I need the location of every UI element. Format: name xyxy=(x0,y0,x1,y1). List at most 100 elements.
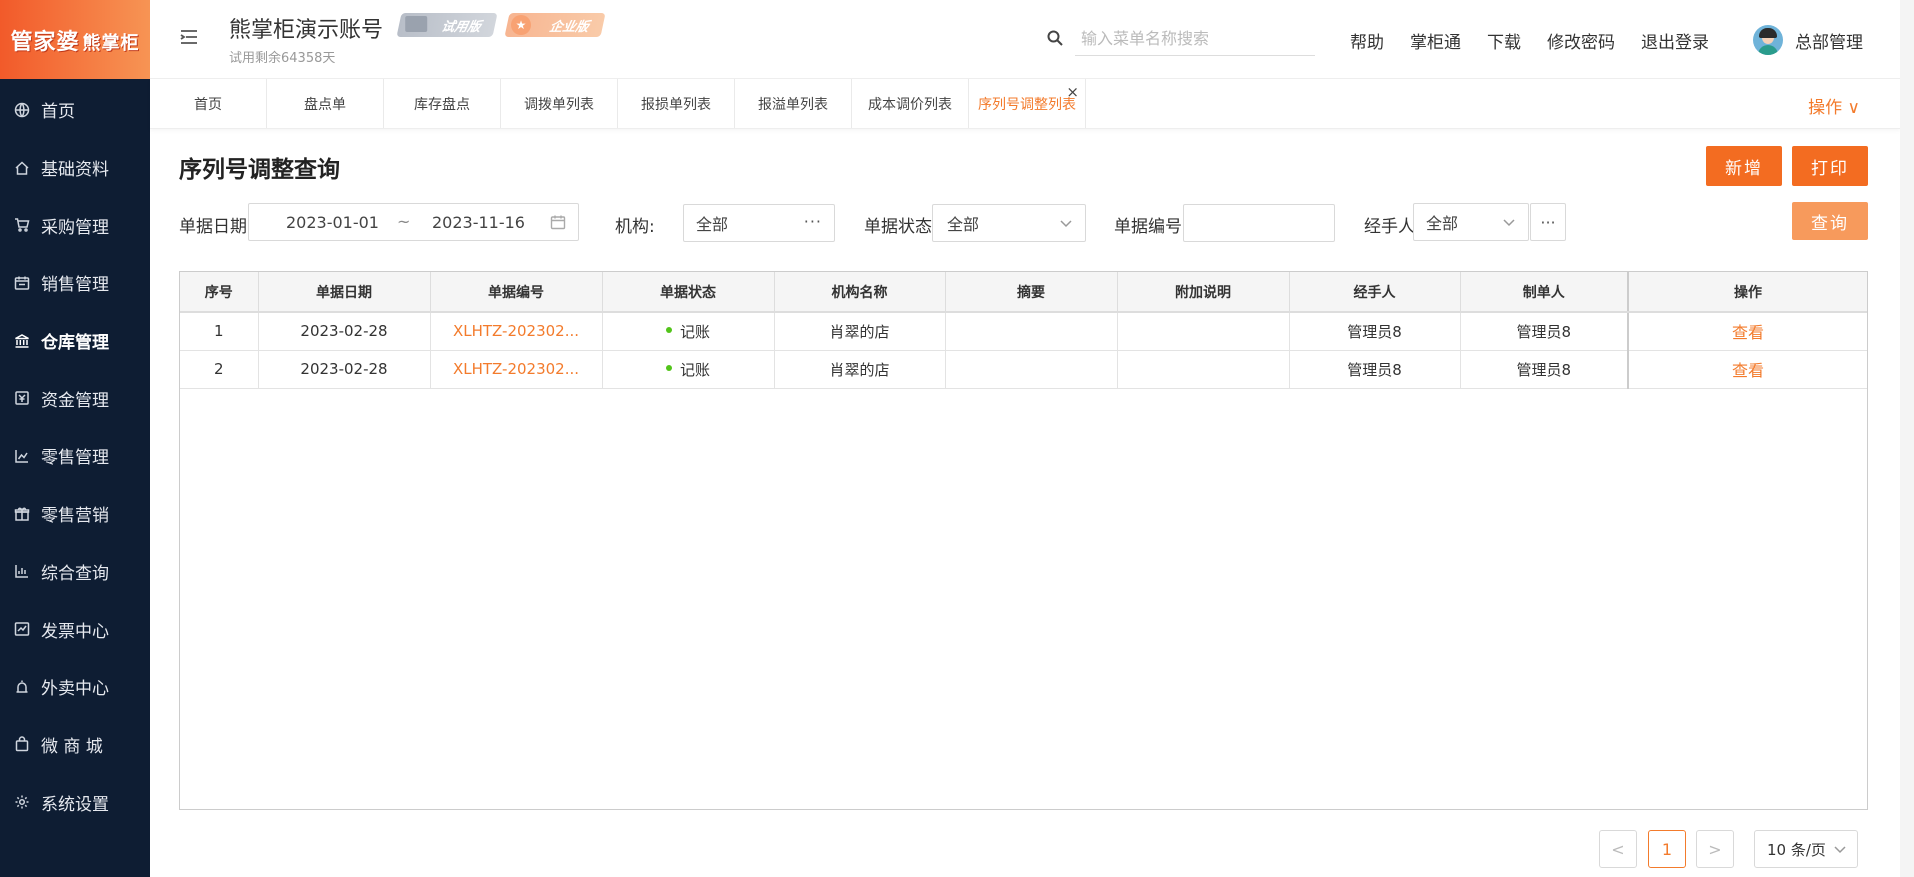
sidebar-item-label: 微 商 城 xyxy=(41,736,103,757)
calendar-icon xyxy=(550,214,566,230)
org-filter-label: 机构: xyxy=(615,217,655,237)
globe-icon xyxy=(13,101,31,119)
cell-date: 2023-02-28 xyxy=(258,312,431,351)
sidebar-item-label: 零售管理 xyxy=(41,448,109,469)
sidebar-nav: 首页基础资料采购管理 销售管理 仓库管理 资金管理零售管理零售营销综合查询 发票中心 外卖… xyxy=(0,79,150,831)
header-link[interactable]: 掌柜通 xyxy=(1410,28,1461,53)
cell-note xyxy=(1117,350,1290,389)
sidebar-item[interactable]: 外卖中心 xyxy=(0,658,150,716)
bag-icon xyxy=(13,735,31,753)
tab[interactable]: 成本调价列表 xyxy=(852,79,969,128)
cell-no: 1 xyxy=(180,312,259,351)
header-links: 帮助 掌柜通 下载 修改密码 退出登录 xyxy=(1350,28,1735,53)
number-input[interactable] xyxy=(1183,204,1335,242)
sidebar-item[interactable]: 仓库管理 xyxy=(0,312,150,370)
sidebar-item[interactable]: 销售管理 xyxy=(0,254,150,312)
table-row: 1 2023-02-28 XLHTZ-202302... 记账 肖翠的店 管理员8 管理员8… xyxy=(180,312,1867,351)
column-header: 机构名称 xyxy=(774,272,946,313)
header-link[interactable]: 退出登录 xyxy=(1641,28,1709,53)
sidebar-item-label: 基础资料 xyxy=(41,160,109,181)
cell-note xyxy=(1117,312,1290,351)
cell-org: 肖翠的店 xyxy=(774,350,946,389)
add-button[interactable]: 新增 xyxy=(1706,146,1782,186)
date-filter-label: 单据日期 xyxy=(179,217,247,237)
page-1-button[interactable]: 1 xyxy=(1648,830,1686,868)
menu-search-input[interactable] xyxy=(1075,22,1315,56)
cell-number-text[interactable]: XLHTZ-202302... xyxy=(453,322,579,340)
sidebar-item-label: 零售营销 xyxy=(41,506,109,527)
tab[interactable]: 序列号调整列表 × xyxy=(969,79,1086,128)
trial-badge-label: 试用版 xyxy=(439,19,483,35)
sidebar-item[interactable]: 发票中心 xyxy=(0,600,150,658)
tab-label: 盘点单 xyxy=(304,96,346,113)
more-icon[interactable]: ··· xyxy=(804,212,822,231)
cell-handler-text: 管理员8 xyxy=(1347,360,1402,379)
table-body: 1 2023-02-28 XLHTZ-202302... 记账 肖翠的店 管理员8 管理员8… xyxy=(180,312,1867,389)
sidebar-item[interactable]: 微 商 城 xyxy=(0,716,150,774)
tab[interactable]: 首页 xyxy=(150,79,267,128)
sidebar-item[interactable]: 资金管理 xyxy=(0,369,150,427)
tab[interactable]: 调拨单列表 xyxy=(501,79,618,128)
cell-org-text: 肖翠的店 xyxy=(829,322,890,341)
sidebar-item[interactable]: 零售营销 xyxy=(0,485,150,543)
cell-action-text[interactable]: 查看 xyxy=(1732,323,1764,342)
trial-badge: 试用版 xyxy=(396,13,498,37)
sidebar-item[interactable]: 零售管理 xyxy=(0,427,150,485)
search-icon[interactable] xyxy=(1046,29,1064,47)
cell-summary xyxy=(945,350,1118,389)
prev-page-button[interactable]: < xyxy=(1599,830,1637,868)
status-dot-icon xyxy=(665,327,672,334)
cell-action: 查看 xyxy=(1627,350,1867,389)
tab-operations-dropdown[interactable]: 操作 ∨ xyxy=(1808,93,1860,118)
table-row: 2 2023-02-28 XLHTZ-202302... 记账 肖翠的店 管理员8 管理员8… xyxy=(180,350,1867,389)
account-title: 熊掌柜演示账号 xyxy=(229,18,384,43)
tab[interactable]: 报损单列表 xyxy=(618,79,735,128)
tab-label: 报溢单列表 xyxy=(758,96,828,113)
star-icon: ★ xyxy=(511,15,531,35)
sidebar-item[interactable]: 综合查询 xyxy=(0,543,150,601)
handler-more-button[interactable]: ··· xyxy=(1530,203,1566,241)
menu-toggle-icon[interactable] xyxy=(178,26,200,48)
handler-select[interactable]: 全部 xyxy=(1413,203,1529,241)
user-name[interactable]: 总部管理 xyxy=(1795,28,1863,53)
org-select-value: 全部 xyxy=(696,215,729,234)
header-link[interactable]: 下载 xyxy=(1487,28,1521,53)
cell-status: 记账 xyxy=(602,350,775,389)
chevron-down-icon xyxy=(1059,215,1073,229)
sidebar-item[interactable]: 采购管理 xyxy=(0,196,150,254)
org-select[interactable]: 全部 ··· xyxy=(683,204,835,242)
cell-no: 2 xyxy=(180,350,259,389)
page-size-value: 10 条/页 xyxy=(1767,840,1826,859)
close-icon[interactable]: × xyxy=(1066,83,1079,101)
cell-org: 肖翠的店 xyxy=(774,312,946,351)
header-link[interactable]: 帮助 xyxy=(1350,28,1384,53)
tab[interactable]: 盘点单 xyxy=(267,79,384,128)
date-from[interactable]: 2023-01-01 xyxy=(286,213,379,232)
scrollbar[interactable] xyxy=(1900,0,1914,877)
status-select[interactable]: 全部 xyxy=(932,204,1086,242)
cell-number-text[interactable]: XLHTZ-202302... xyxy=(453,360,579,378)
page-size-select[interactable]: 10 条/页 xyxy=(1754,830,1858,868)
tab-label: 成本调价列表 xyxy=(868,96,952,113)
table-header-row: 序号 单据日期 单据编号 单据状态 机构名称 摘要 附加说明 经手人 制单人 操作 xyxy=(180,272,1867,313)
tab[interactable]: 报溢单列表 xyxy=(735,79,852,128)
enterprise-badge: ★ 企业版 xyxy=(504,13,606,37)
print-button[interactable]: 打印 xyxy=(1792,146,1868,186)
sidebar-item[interactable]: 基础资料 xyxy=(0,139,150,197)
header-link[interactable]: 修改密码 xyxy=(1547,28,1615,53)
logo-main: 管家婆 xyxy=(10,29,80,55)
date-to[interactable]: 2023-11-16 xyxy=(432,213,525,232)
cell-summary xyxy=(945,312,1118,351)
query-button[interactable]: 查询 xyxy=(1792,202,1868,240)
tab-label: 报损单列表 xyxy=(641,96,711,113)
cell-action-text[interactable]: 查看 xyxy=(1732,361,1764,380)
sidebar-item[interactable]: 系统设置 xyxy=(0,773,150,831)
column-header: 经手人 xyxy=(1289,272,1461,313)
column-header: 单据日期 xyxy=(258,272,431,313)
next-page-button[interactable]: > xyxy=(1696,830,1734,868)
tab[interactable]: 库存盘点 xyxy=(384,79,501,128)
bank-icon xyxy=(13,332,31,350)
avatar[interactable] xyxy=(1753,25,1783,55)
date-range-picker[interactable]: 2023-01-01 ~ 2023-11-16 xyxy=(248,203,579,241)
sidebar-item[interactable]: 首页 xyxy=(0,81,150,139)
